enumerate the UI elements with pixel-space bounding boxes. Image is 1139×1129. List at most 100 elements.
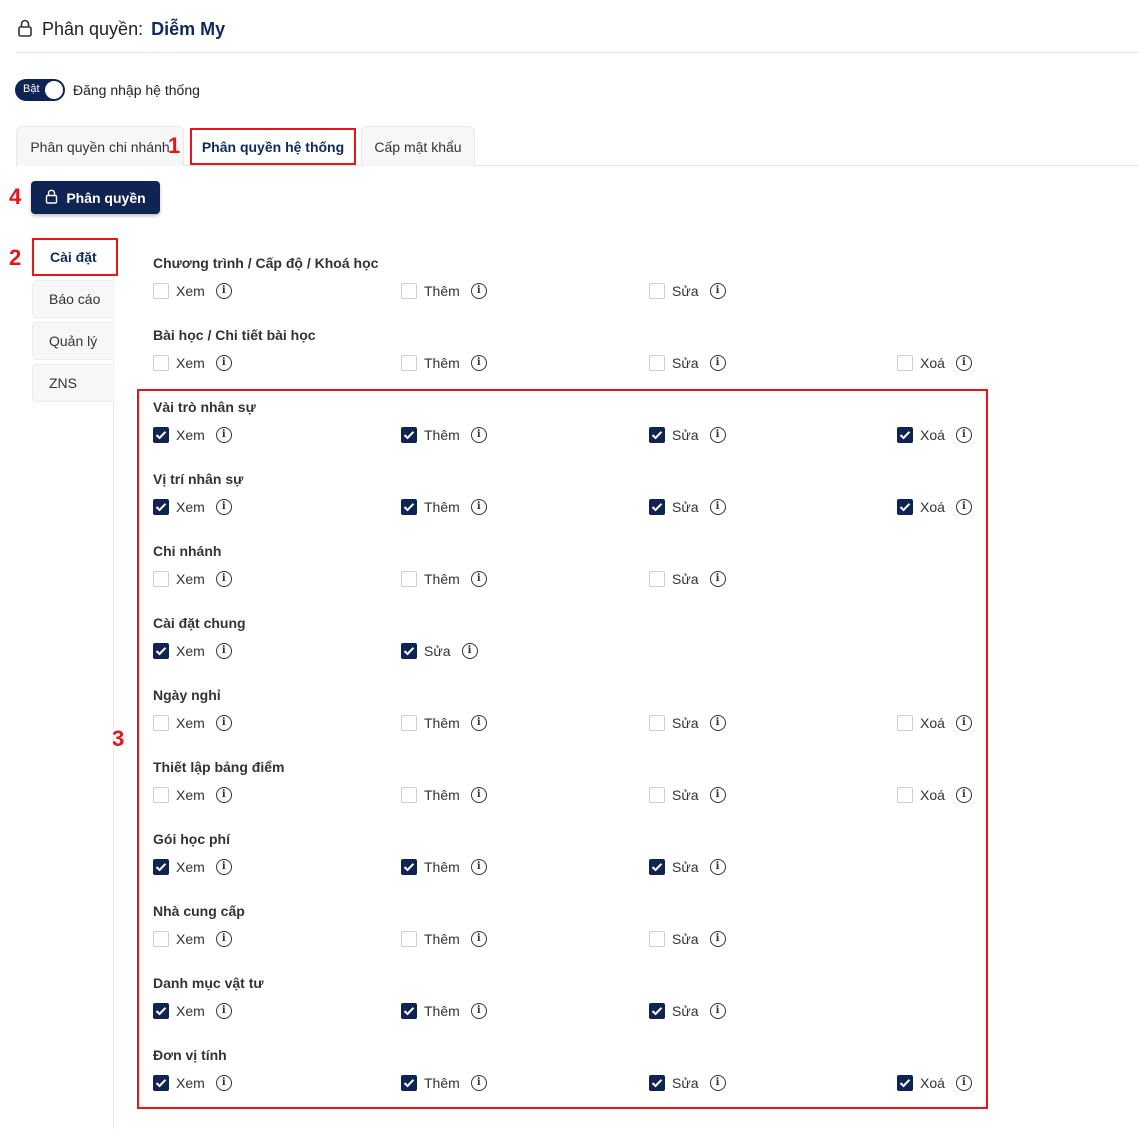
permission-checkbox[interactable]: [153, 427, 169, 443]
info-icon[interactable]: i: [215, 571, 232, 587]
info-icon[interactable]: i: [709, 1003, 726, 1019]
permission-checkbox[interactable]: [897, 1075, 913, 1091]
info-icon[interactable]: i: [709, 427, 726, 443]
info-icon[interactable]: i: [955, 1075, 972, 1091]
permission-checkbox[interactable]: [649, 859, 665, 875]
info-icon[interactable]: i: [470, 715, 487, 731]
permission-xem[interactable]: Xem i: [153, 427, 232, 443]
permission-checkbox[interactable]: [897, 427, 913, 443]
info-icon[interactable]: i: [470, 1075, 487, 1091]
permission-them[interactable]: Thêm i: [401, 859, 487, 875]
permission-checkbox[interactable]: [649, 787, 665, 803]
permission-sua[interactable]: Sửa i: [649, 283, 726, 299]
permission-checkbox[interactable]: [649, 283, 665, 299]
permission-checkbox[interactable]: [153, 643, 169, 659]
permission-checkbox[interactable]: [153, 1075, 169, 1091]
info-icon[interactable]: i: [470, 283, 487, 299]
permission-them[interactable]: Thêm i: [401, 355, 487, 371]
permission-sua[interactable]: Sửa i: [649, 355, 726, 371]
permission-sua[interactable]: Sửa i: [649, 859, 726, 875]
sidebar-item-zns[interactable]: ZNS: [32, 364, 114, 402]
permission-xem[interactable]: Xem i: [153, 715, 232, 731]
permission-checkbox[interactable]: [897, 715, 913, 731]
info-icon[interactable]: i: [709, 715, 726, 731]
permission-them[interactable]: Thêm i: [401, 571, 487, 587]
permission-checkbox[interactable]: [401, 1003, 417, 1019]
info-icon[interactable]: i: [461, 643, 478, 659]
info-icon[interactable]: i: [709, 355, 726, 371]
permission-checkbox[interactable]: [401, 931, 417, 947]
permission-checkbox[interactable]: [897, 355, 913, 371]
permission-checkbox[interactable]: [153, 859, 169, 875]
info-icon[interactable]: i: [215, 499, 232, 515]
info-icon[interactable]: i: [709, 1075, 726, 1091]
permission-checkbox[interactable]: [153, 1003, 169, 1019]
permission-checkbox[interactable]: [897, 499, 913, 515]
info-icon[interactable]: i: [215, 1003, 232, 1019]
permission-checkbox[interactable]: [649, 1003, 665, 1019]
permission-checkbox[interactable]: [401, 571, 417, 587]
permission-xoa[interactable]: Xoá i: [897, 499, 972, 515]
permission-sua[interactable]: Sửa i: [649, 1003, 726, 1019]
permission-xoa[interactable]: Xoá i: [897, 715, 972, 731]
permission-checkbox[interactable]: [401, 715, 417, 731]
info-icon[interactable]: i: [709, 571, 726, 587]
info-icon[interactable]: i: [215, 931, 232, 947]
permission-sua[interactable]: Sửa i: [649, 787, 726, 803]
permission-xem[interactable]: Xem i: [153, 643, 232, 659]
info-icon[interactable]: i: [955, 499, 972, 515]
permission-xoa[interactable]: Xoá i: [897, 355, 972, 371]
permission-checkbox[interactable]: [649, 931, 665, 947]
permission-checkbox[interactable]: [153, 715, 169, 731]
info-icon[interactable]: i: [215, 859, 232, 875]
info-icon[interactable]: i: [955, 355, 972, 371]
info-icon[interactable]: i: [709, 787, 726, 803]
permission-xem[interactable]: Xem i: [153, 571, 232, 587]
permission-xem[interactable]: Xem i: [153, 931, 232, 947]
permission-xoa[interactable]: Xoá i: [897, 427, 972, 443]
permission-checkbox[interactable]: [649, 499, 665, 515]
permission-checkbox[interactable]: [401, 283, 417, 299]
permission-checkbox[interactable]: [401, 643, 417, 659]
info-icon[interactable]: i: [955, 715, 972, 731]
permission-xem[interactable]: Xem i: [153, 499, 232, 515]
info-icon[interactable]: i: [215, 643, 232, 659]
permission-xoa[interactable]: Xoá i: [897, 787, 972, 803]
permission-xoa[interactable]: Xoá i: [897, 1075, 972, 1091]
info-icon[interactable]: i: [955, 427, 972, 443]
permission-checkbox[interactable]: [897, 787, 913, 803]
permission-checkbox[interactable]: [153, 787, 169, 803]
info-icon[interactable]: i: [709, 283, 726, 299]
permission-checkbox[interactable]: [401, 355, 417, 371]
permission-sua[interactable]: Sửa i: [401, 643, 478, 659]
info-icon[interactable]: i: [470, 355, 487, 371]
info-icon[interactable]: i: [215, 355, 232, 371]
info-icon[interactable]: i: [470, 787, 487, 803]
permission-xem[interactable]: Xem i: [153, 355, 232, 371]
permission-xem[interactable]: Xem i: [153, 283, 232, 299]
info-icon[interactable]: i: [470, 859, 487, 875]
info-icon[interactable]: i: [470, 499, 487, 515]
permission-checkbox[interactable]: [649, 1075, 665, 1091]
permission-xem[interactable]: Xem i: [153, 1003, 232, 1019]
permission-checkbox[interactable]: [401, 499, 417, 515]
permission-checkbox[interactable]: [153, 499, 169, 515]
permission-sua[interactable]: Sửa i: [649, 499, 726, 515]
info-icon[interactable]: i: [215, 715, 232, 731]
tab-password[interactable]: Cấp mật khẩu: [361, 126, 475, 166]
permission-them[interactable]: Thêm i: [401, 1003, 487, 1019]
info-icon[interactable]: i: [955, 787, 972, 803]
permission-checkbox[interactable]: [649, 571, 665, 587]
permission-checkbox[interactable]: [649, 427, 665, 443]
permission-them[interactable]: Thêm i: [401, 427, 487, 443]
info-icon[interactable]: i: [215, 283, 232, 299]
permission-sua[interactable]: Sửa i: [649, 1075, 726, 1091]
permission-sua[interactable]: Sửa i: [649, 931, 726, 947]
permission-them[interactable]: Thêm i: [401, 715, 487, 731]
sidebar-item-reports[interactable]: Báo cáo: [32, 280, 114, 318]
info-icon[interactable]: i: [709, 859, 726, 875]
info-icon[interactable]: i: [470, 571, 487, 587]
permission-sua[interactable]: Sửa i: [649, 715, 726, 731]
permission-checkbox[interactable]: [401, 859, 417, 875]
assign-permission-button[interactable]: Phân quyền: [31, 181, 160, 214]
